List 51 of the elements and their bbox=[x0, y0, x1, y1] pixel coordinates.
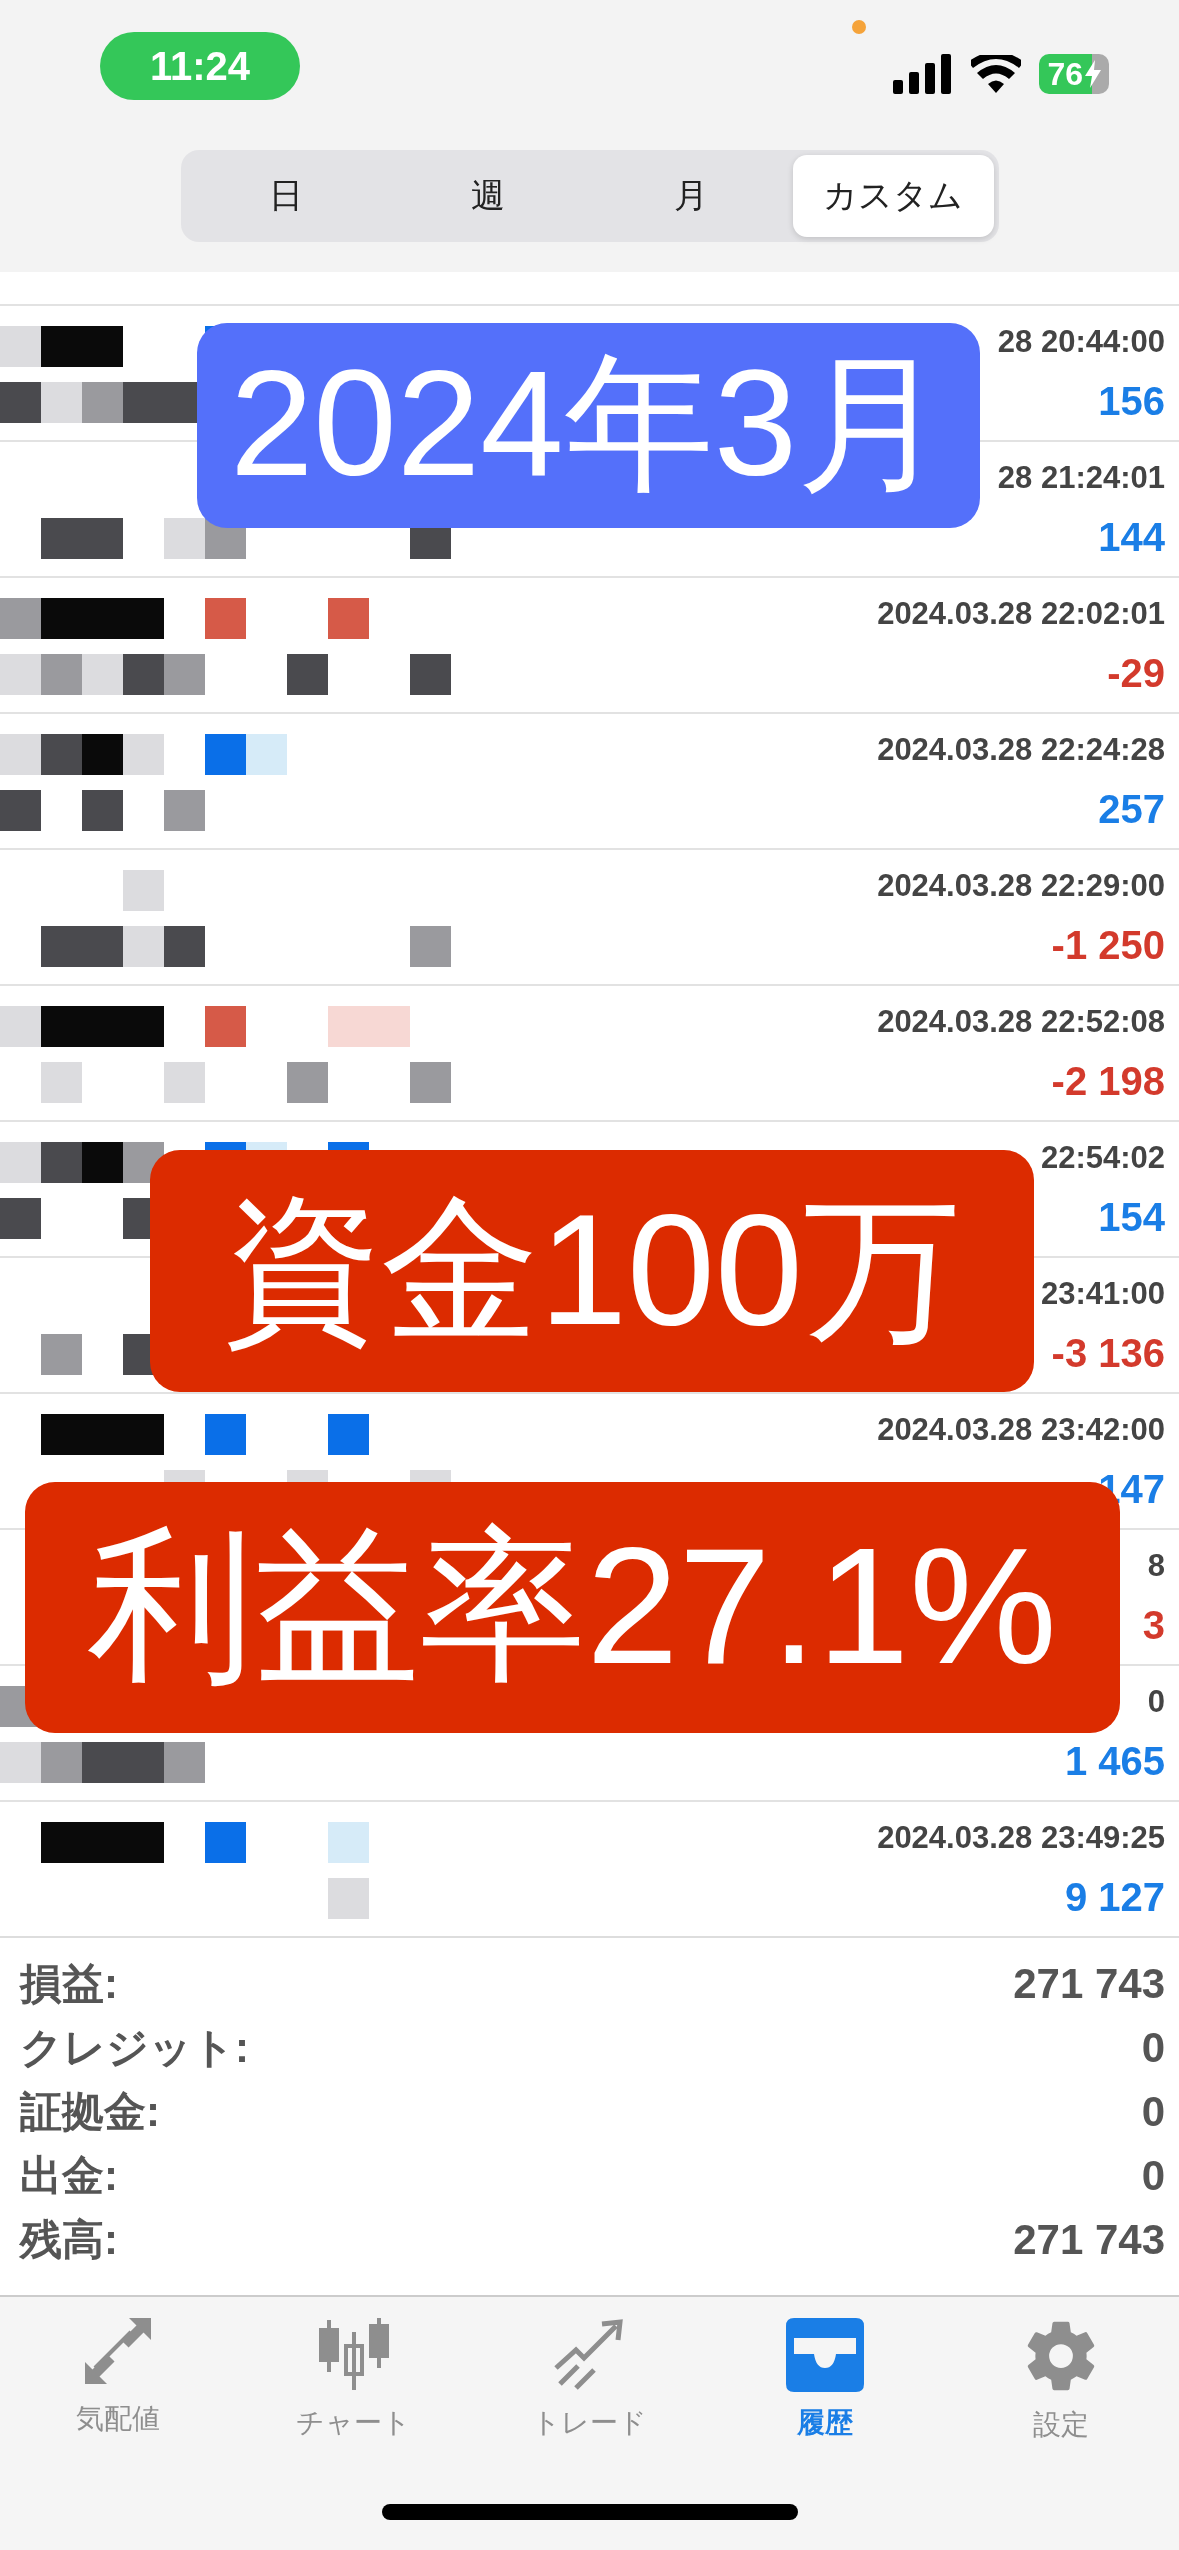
caption-label: 2024年3月 bbox=[197, 323, 980, 528]
summary-label: 証拠金: bbox=[20, 2086, 160, 2137]
deal-time: 2024.03.28 23:42:00 bbox=[877, 1411, 1165, 1448]
summary-label: 出金: bbox=[20, 2150, 118, 2201]
deal-time: 2024.03.28 22:52:08 bbox=[877, 1003, 1165, 1040]
tab-bar-item[interactable]: 設定 bbox=[943, 2317, 1179, 2468]
period-tab[interactable]: 月 bbox=[590, 155, 791, 237]
deal-profit: -2 198 bbox=[1051, 1058, 1165, 1104]
wifi-icon bbox=[971, 55, 1022, 93]
deal-profit: -3 136 bbox=[1051, 1330, 1165, 1376]
deal-profit: 257 bbox=[1098, 786, 1165, 832]
tab-bar-item[interactable]: 履歴 bbox=[707, 2317, 944, 2468]
deal-time: 22:54:02 bbox=[1040, 1139, 1165, 1176]
deal-time: 2024.03.28 22:24:28 bbox=[877, 731, 1165, 768]
deal-time: 23:41:00 bbox=[1040, 1275, 1165, 1312]
summary-label: 残高: bbox=[20, 2214, 118, 2265]
inbox-tray-icon bbox=[786, 2318, 865, 2393]
period-tab[interactable]: 日 bbox=[185, 155, 386, 237]
deal-profit: 9 127 bbox=[1064, 1874, 1165, 1920]
deal-profit: 154 bbox=[1098, 1194, 1165, 1240]
deal-profit: -29 bbox=[1107, 650, 1165, 696]
deal-time: 2024.03.28 22:02:01 bbox=[877, 595, 1165, 632]
summary-value: 0 bbox=[1141, 2087, 1165, 2136]
period-tab[interactable]: 週 bbox=[388, 155, 589, 237]
deal-profit: 3 bbox=[1142, 1602, 1165, 1648]
privacy-dot bbox=[852, 20, 866, 34]
deal-time: 8 bbox=[1147, 1547, 1165, 1584]
summary-value: 0 bbox=[1141, 2151, 1165, 2200]
deal-profit: 1 465 bbox=[1064, 1738, 1165, 1784]
tab-bar-item[interactable]: チャート bbox=[235, 2317, 472, 2468]
deal-time: 28 21:24:01 bbox=[997, 459, 1165, 496]
deal-time: 2024.03.28 23:49:25 bbox=[877, 1819, 1165, 1856]
period-tab[interactable]: カスタム bbox=[793, 155, 994, 237]
caption-label: 資金100万 bbox=[150, 1150, 1034, 1392]
deal-time: 28 20:44:00 bbox=[997, 323, 1165, 360]
deal-time: 0 bbox=[1147, 1683, 1165, 1720]
battery-indicator: 76 bbox=[1039, 54, 1109, 94]
tab-bar-item[interactable]: 気配値 bbox=[0, 2317, 236, 2468]
deal-time: 2024.03.28 22:29:00 bbox=[877, 867, 1165, 904]
deal-profit: -1 250 bbox=[1051, 922, 1165, 968]
tab-bar-item[interactable]: トレード bbox=[471, 2317, 708, 2468]
summary-label: 損益: bbox=[20, 1958, 118, 2009]
bolt-icon bbox=[1085, 60, 1101, 88]
deal-profit: 156 bbox=[1098, 378, 1165, 424]
summary-label: クレジット: bbox=[20, 2022, 249, 2073]
deal-profit: 144 bbox=[1098, 514, 1165, 560]
signal-icon bbox=[893, 54, 954, 94]
summary-value: 271 743 bbox=[1013, 1959, 1165, 2008]
summary-value: 271 743 bbox=[1013, 2215, 1165, 2264]
summary-value: 0 bbox=[1141, 2023, 1165, 2072]
time-indicator: 11:24 bbox=[100, 32, 300, 100]
